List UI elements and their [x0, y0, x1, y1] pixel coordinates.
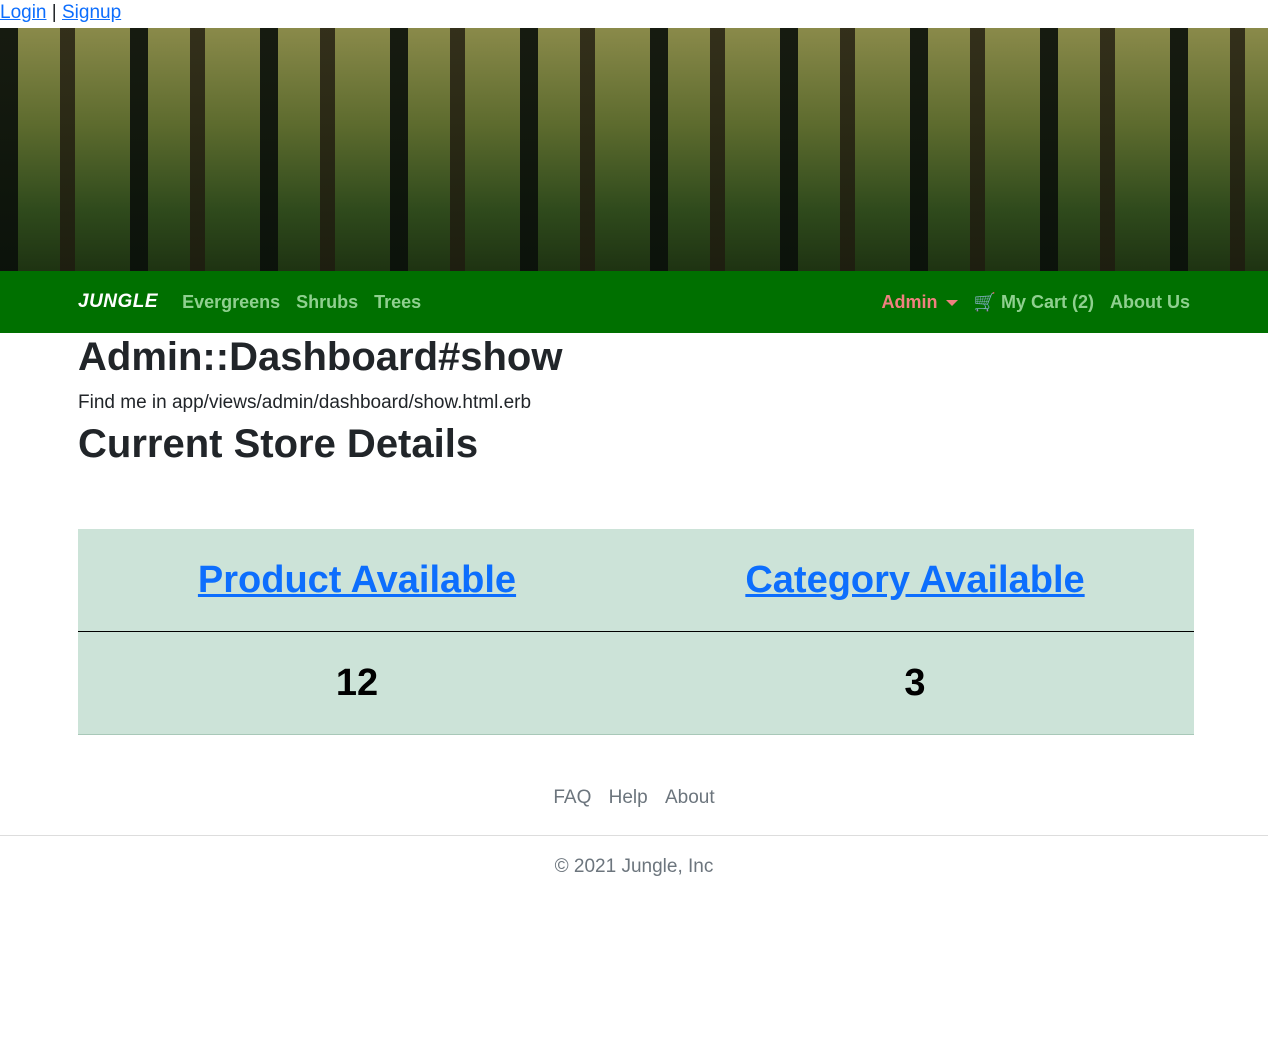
footer-divider: [0, 835, 1268, 836]
separator: |: [51, 2, 57, 23]
signup-link[interactable]: Signup: [62, 2, 121, 23]
store-details-table: Product Available Category Available 12 …: [78, 529, 1194, 735]
category-available-link[interactable]: Category Available: [745, 559, 1084, 601]
footer-faq[interactable]: FAQ: [553, 787, 591, 808]
navbar: JUNGLE Evergreens Shrubs Trees Admin 🛒 M…: [0, 271, 1268, 333]
product-available-link[interactable]: Product Available: [198, 559, 516, 601]
header-product: Product Available: [78, 529, 636, 632]
nav-shrubs[interactable]: Shrubs: [296, 292, 358, 313]
page-title: Admin::Dashboard#show: [78, 335, 563, 379]
footer-about[interactable]: About: [665, 787, 715, 808]
login-link[interactable]: Login: [0, 2, 47, 23]
header-category: Category Available: [636, 529, 1194, 632]
category-count: 3: [636, 631, 1194, 735]
nav-evergreens[interactable]: Evergreens: [182, 292, 280, 313]
template-hint: Find me in app/views/admin/dashboard/sho…: [78, 392, 532, 413]
product-count: 12: [78, 631, 636, 735]
admin-dropdown[interactable]: Admin: [882, 292, 958, 313]
cart-label: My Cart (2): [1000, 291, 1094, 312]
cart-icon: 🛒: [973, 291, 996, 312]
nav-trees[interactable]: Trees: [374, 292, 421, 313]
copyright: © 2021 Jungle, Inc: [554, 856, 714, 877]
nav-about-us[interactable]: About Us: [1110, 292, 1190, 313]
auth-links: Login | Signup: [0, 0, 1268, 28]
forest-banner: [0, 28, 1268, 271]
section-title: Current Store Details: [78, 422, 479, 466]
footer-links: FAQ Help About: [0, 787, 1268, 809]
footer-help[interactable]: Help: [609, 787, 648, 808]
brand-logo[interactable]: JUNGLE: [78, 291, 158, 313]
caret-down-icon: [945, 299, 958, 306]
cart-link[interactable]: 🛒 My Cart (2): [974, 292, 1094, 313]
admin-label: Admin: [881, 291, 938, 312]
